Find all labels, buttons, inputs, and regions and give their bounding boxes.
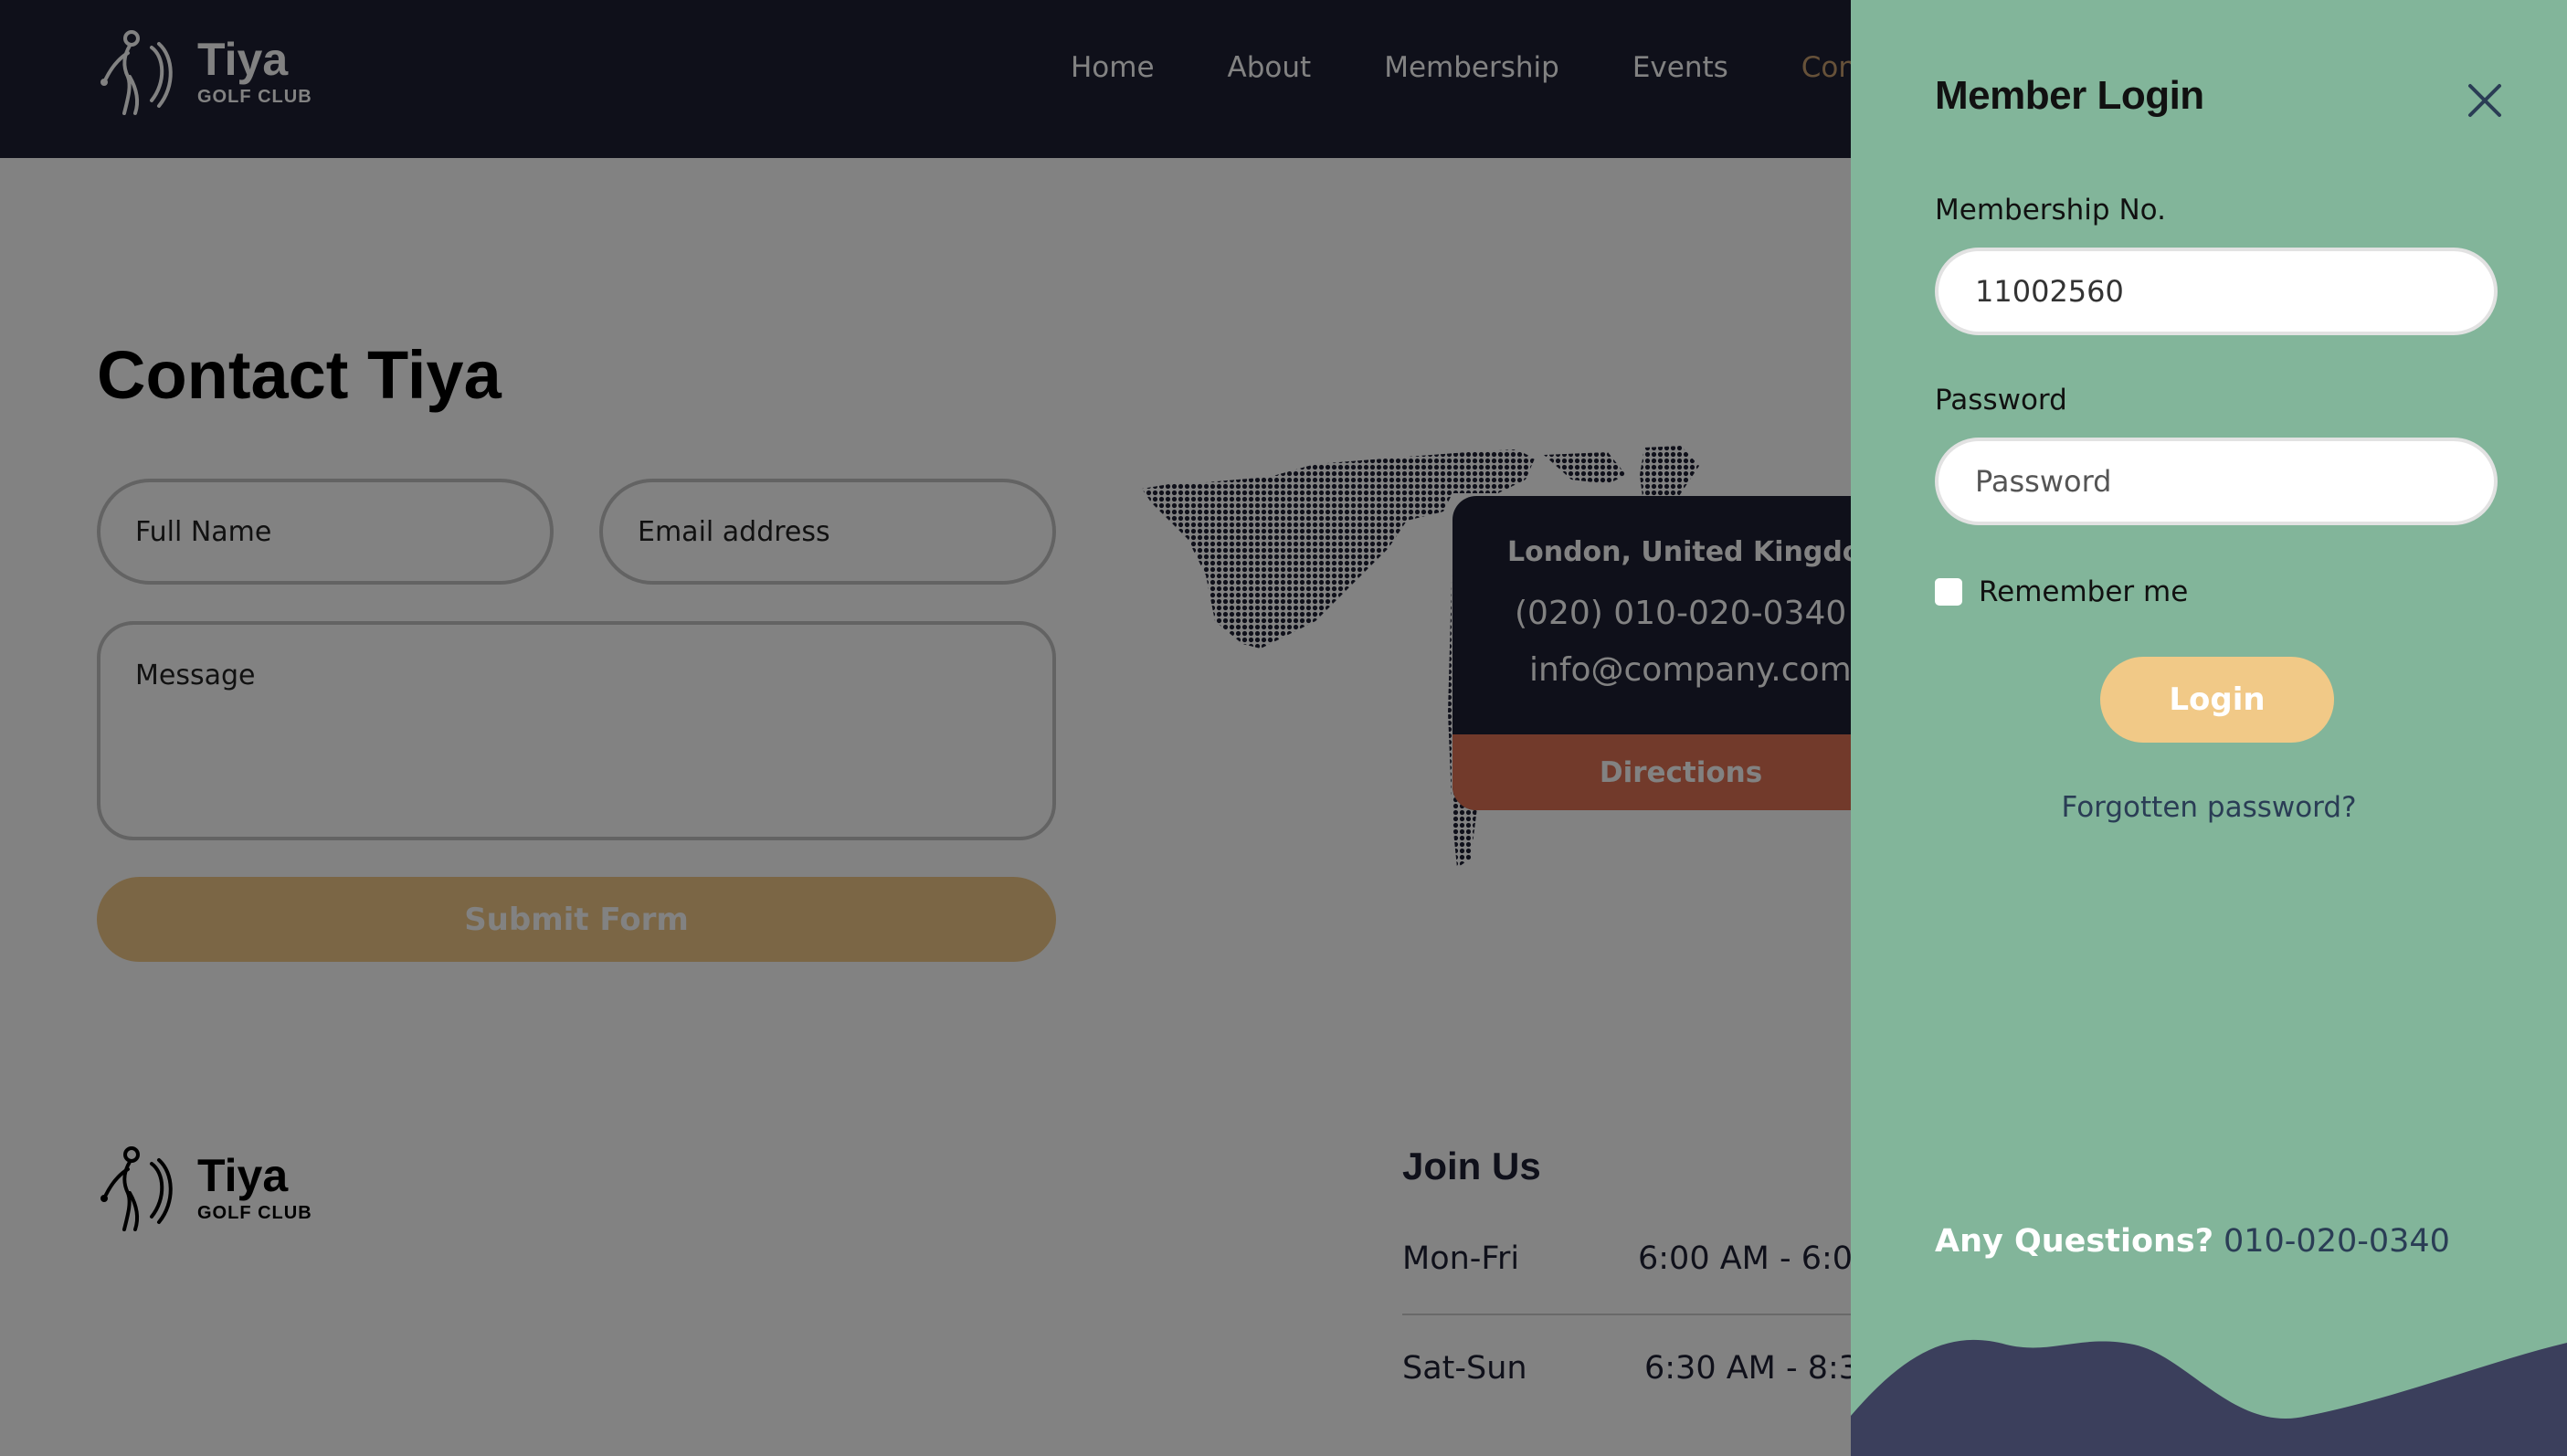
remember-me[interactable]: Remember me bbox=[1935, 575, 2188, 608]
questions-phone[interactable]: 010-020-0340 bbox=[2224, 1223, 2450, 1260]
password-input[interactable] bbox=[1935, 438, 2498, 525]
remember-me-checkbox[interactable] bbox=[1935, 578, 1962, 606]
remember-me-label: Remember me bbox=[1979, 575, 2189, 608]
membership-number-input[interactable] bbox=[1935, 248, 2498, 335]
modal-backdrop[interactable] bbox=[0, 0, 1851, 1456]
wave-decoration bbox=[1851, 1339, 2567, 1456]
questions-label: Any Questions? bbox=[1935, 1223, 2214, 1260]
password-label: Password bbox=[1935, 384, 2067, 417]
close-icon[interactable] bbox=[2465, 80, 2505, 121]
panel-title: Member Login bbox=[1935, 73, 2204, 118]
forgot-password-link[interactable]: Forgotten password? bbox=[1851, 791, 2567, 824]
page: Tiya GOLF CLUB Home About Membership Eve… bbox=[0, 0, 2567, 1456]
membership-label: Membership No. bbox=[1935, 194, 2166, 227]
member-login-panel: Member Login Membership No. Password Rem… bbox=[1851, 0, 2567, 1456]
login-button[interactable]: Login bbox=[2100, 657, 2334, 743]
